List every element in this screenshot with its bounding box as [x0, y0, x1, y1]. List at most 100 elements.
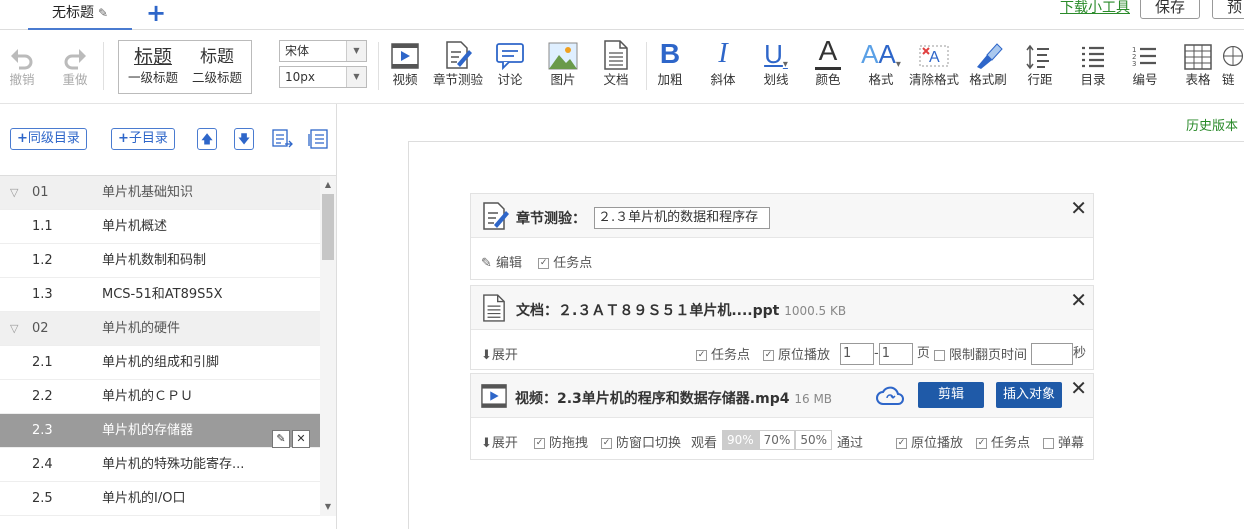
- limit-time-checkbox[interactable]: [934, 350, 945, 361]
- inplace-checkbox[interactable]: ✓: [896, 438, 907, 449]
- row-title: 单片机基础知识: [102, 185, 194, 200]
- italic-button[interactable]: I 斜体: [697, 38, 749, 90]
- chapter-row-01[interactable]: ▽ 01 单片机基础知识: [0, 176, 320, 210]
- add-tab-button[interactable]: +: [146, 0, 166, 26]
- close-icon[interactable]: ✕: [1070, 290, 1087, 310]
- preview-button[interactable]: 预: [1212, 0, 1244, 19]
- quiz-card-footer: ✎ 编辑 ✓ 任务点: [471, 252, 1093, 271]
- discussion-button[interactable]: 讨论: [484, 38, 536, 90]
- list-item[interactable]: 1.2 单片机数制和码制: [0, 244, 320, 278]
- expand-toggle[interactable]: ⬇展开: [481, 432, 518, 451]
- format-button[interactable]: A A ▾ 格式: [855, 38, 907, 90]
- font-size-select[interactable]: 10px ▼: [279, 66, 367, 88]
- limit-time-field: 秒: [1031, 342, 1086, 365]
- inplace-label: 原位播放: [778, 348, 831, 363]
- quiz-title-input[interactable]: ２.３单片机的数据和程序存: [594, 207, 770, 229]
- expand-toggle[interactable]: ⬇展开: [481, 344, 518, 363]
- undo-button[interactable]: 撤销: [0, 38, 48, 90]
- font-family-select[interactable]: 宋体 ▼: [279, 40, 367, 62]
- toolbar-divider: [103, 42, 104, 90]
- chevron-down-icon[interactable]: ▽: [10, 312, 18, 346]
- add-sub-level-button[interactable]: +子目录: [111, 128, 175, 150]
- tab-current[interactable]: 无标题 ✎: [28, 0, 132, 30]
- edit-icon[interactable]: ✎: [272, 430, 290, 448]
- line-spacing-button[interactable]: 行距: [1014, 38, 1066, 90]
- inplace-option[interactable]: ✓ 原位播放: [896, 432, 963, 451]
- percent-50-option[interactable]: 50%: [795, 430, 833, 450]
- close-icon[interactable]: ✕: [292, 430, 310, 448]
- quiz-edit-link[interactable]: 编辑: [496, 256, 522, 271]
- heading1-button[interactable]: 标题 一级标题: [121, 45, 185, 87]
- anti-drag-option[interactable]: ✓ 防拖拽: [534, 432, 588, 451]
- image-button[interactable]: 图片: [537, 38, 589, 90]
- expand-label: 展开: [491, 436, 518, 451]
- inplace-checkbox[interactable]: ✓: [763, 350, 774, 361]
- popup-checkbox[interactable]: [1043, 438, 1054, 449]
- heading2-button[interactable]: 标题 二级标题: [185, 45, 249, 87]
- clip-button[interactable]: 剪辑: [918, 382, 984, 408]
- list-item[interactable]: 2.4 单片机的特殊功能寄存...: [0, 448, 320, 482]
- clear-format-button[interactable]: A 清除格式: [907, 38, 961, 90]
- anti-drag-checkbox[interactable]: ✓: [534, 438, 545, 449]
- limit-seconds-input[interactable]: [1031, 342, 1073, 365]
- chapter-quiz-button[interactable]: 章节测验: [432, 38, 484, 90]
- video-button[interactable]: 视频: [379, 38, 431, 90]
- outline-scrollbar[interactable]: ▲ ▼: [320, 176, 336, 516]
- task-point-option[interactable]: ✓ 任务点: [976, 432, 1030, 451]
- redo-button[interactable]: 重做: [49, 38, 101, 90]
- move-up-button[interactable]: 🡅: [197, 128, 217, 150]
- list-item[interactable]: 1.1 单片机概述: [0, 210, 320, 244]
- add-same-level-button[interactable]: +同级目录: [10, 128, 87, 150]
- anti-switch-option[interactable]: ✓ 防窗口切换: [601, 432, 681, 451]
- link-button[interactable]: 链: [1222, 38, 1244, 90]
- limit-time-option[interactable]: 限制翻页时间: [934, 344, 1027, 363]
- numbering-button[interactable]: 123 编号: [1119, 38, 1171, 90]
- scroll-up-icon[interactable]: ▲: [320, 180, 336, 189]
- download-tool-link[interactable]: 下载小工具: [1060, 0, 1130, 17]
- underline-button[interactable]: U ▾ 划线: [750, 38, 802, 90]
- page-to-input[interactable]: 1: [878, 342, 913, 365]
- list-item[interactable]: 1.3 MCS-51和AT89S5X: [0, 278, 320, 312]
- page-from-input[interactable]: 1: [840, 342, 874, 365]
- color-button[interactable]: A 颜色: [802, 35, 854, 90]
- task-point-option[interactable]: ✓ 任务点: [696, 344, 750, 363]
- chevron-down-icon[interactable]: ▽: [10, 176, 18, 210]
- watch-percent-group: 90% 70% 50%: [722, 430, 833, 450]
- heading1-label: 一级标题: [127, 70, 178, 85]
- task-point-checkbox[interactable]: ✓: [976, 438, 987, 449]
- outline-list-button[interactable]: [307, 128, 329, 150]
- chapter-row-02[interactable]: ▽ 02 单片机的硬件: [0, 312, 320, 346]
- cloud-sync-icon[interactable]: [876, 386, 904, 406]
- insert-object-button[interactable]: 插入对象: [996, 382, 1062, 408]
- list-item[interactable]: 2.5 单片机的I/O口: [0, 482, 320, 516]
- document-icon: [483, 294, 505, 322]
- row-number: 2.2: [32, 389, 53, 404]
- outline-export-button[interactable]: [271, 128, 293, 150]
- list-item[interactable]: 2.2 单片机的ＣＰＵ: [0, 380, 320, 414]
- scroll-thumb[interactable]: [322, 194, 334, 260]
- move-down-button[interactable]: 🡇: [234, 128, 254, 150]
- list-item[interactable]: 2.1 单片机的组成和引脚: [0, 346, 320, 380]
- percent-90-option[interactable]: 90%: [722, 430, 759, 450]
- history-version-link[interactable]: 历史版本: [1186, 115, 1238, 134]
- table-button[interactable]: 表格: [1172, 38, 1224, 90]
- save-button[interactable]: 保存: [1140, 0, 1201, 19]
- document-filename: ２.３ＡＴ８９Ｓ５１单片机....ppt: [558, 303, 780, 319]
- video-label-text: 视频：: [515, 391, 557, 407]
- close-icon[interactable]: ✕: [1070, 378, 1087, 398]
- close-icon[interactable]: ✕: [1070, 198, 1087, 218]
- percent-70-option[interactable]: 70%: [758, 430, 796, 450]
- list-item-selected[interactable]: 2.3 单片机的存储器 ✎ ✕: [0, 414, 320, 448]
- pencil-icon[interactable]: ✎: [98, 6, 108, 20]
- toc-button[interactable]: 目录: [1067, 38, 1119, 90]
- format-painter-button[interactable]: 格式刷: [962, 38, 1014, 90]
- bold-button[interactable]: B 加粗: [644, 38, 696, 90]
- anti-switch-checkbox[interactable]: ✓: [601, 438, 612, 449]
- task-point-checkbox[interactable]: ✓: [696, 350, 707, 361]
- popup-option[interactable]: 弹幕: [1043, 432, 1084, 451]
- document-button[interactable]: 文档: [590, 38, 642, 90]
- task-point-checkbox[interactable]: ✓: [538, 258, 550, 269]
- scroll-down-icon[interactable]: ▼: [320, 502, 336, 511]
- inplace-option[interactable]: ✓ 原位播放: [763, 344, 830, 363]
- discussion-label: 讨论: [497, 72, 523, 87]
